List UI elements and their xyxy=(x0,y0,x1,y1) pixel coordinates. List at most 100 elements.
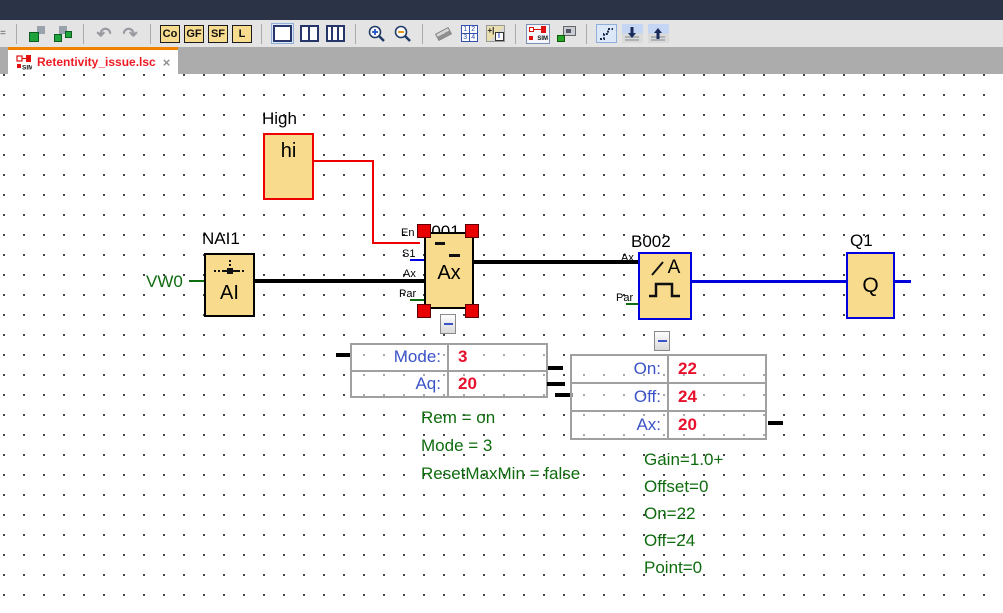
param-row: Aq: 20 xyxy=(352,370,546,397)
b002-pin-ax-label: Ax xyxy=(621,252,634,264)
wire-high-v[interactable] xyxy=(372,160,374,244)
undo-button[interactable]: ↶ xyxy=(93,23,115,45)
b001-param-box[interactable]: Mode: 3 Aq: 20 xyxy=(350,343,548,398)
zoom-out-button[interactable] xyxy=(391,23,413,45)
toolbar-separator xyxy=(422,24,423,44)
toolbar-separator xyxy=(83,24,84,44)
b002-note: On=22 xyxy=(644,504,696,524)
toolbar-separator xyxy=(261,24,262,44)
eraser-button[interactable] xyxy=(432,23,454,45)
b001-collapse-params-button[interactable] xyxy=(440,314,456,334)
param-row: Off: 24 xyxy=(572,382,765,410)
online-test-icon xyxy=(556,25,577,43)
high-block-label: High xyxy=(262,109,297,129)
app-window: = ↶ ↷ Co GF SF L xyxy=(0,0,1003,613)
b002-note: Gain=1.0+ xyxy=(644,450,723,470)
max-min-icon xyxy=(435,242,445,245)
send-to-back-button[interactable] xyxy=(52,23,74,45)
selection-handle[interactable] xyxy=(465,304,479,318)
b002-collapse-params-button[interactable] xyxy=(654,331,670,351)
wire-b001-to-b002[interactable] xyxy=(474,260,638,264)
schematic-canvas[interactable]: High hi NAI1 VW0 AI B001 En S1 Ax Par xyxy=(0,74,1003,613)
param-value: 3 xyxy=(449,345,546,370)
main-toolbar: = ↶ ↷ Co GF SF L xyxy=(0,20,1003,47)
param-label: Mode: xyxy=(352,345,449,370)
wire-high-h[interactable] xyxy=(313,160,374,162)
b002-block[interactable]: A xyxy=(638,252,692,320)
logic-button[interactable]: L xyxy=(232,25,252,43)
minus-icon xyxy=(444,323,453,325)
signal-trace-icon xyxy=(598,26,615,41)
special-functions-button[interactable]: SF xyxy=(208,25,228,43)
toolbar-separator xyxy=(150,24,151,44)
nai1-block[interactable]: AI xyxy=(204,253,255,317)
tab-retentivity-issue[interactable]: SIM Retentivity_issue.lsc × xyxy=(8,47,178,74)
download-button[interactable] xyxy=(621,23,643,45)
simulation-icon: SIM xyxy=(526,24,550,44)
toolbar-separator xyxy=(16,24,17,44)
redo-button[interactable]: ↷ xyxy=(119,23,141,45)
upload-button[interactable] xyxy=(647,23,669,45)
param-value: 22 xyxy=(669,356,765,382)
high-constant-block[interactable]: hi xyxy=(263,133,314,200)
bring-to-front-icon xyxy=(27,24,47,44)
nai1-block-text: AI xyxy=(206,282,253,305)
b001-block-text: Ax xyxy=(426,262,472,285)
send-to-back-icon xyxy=(53,24,73,44)
b001-block[interactable]: Ax xyxy=(424,232,474,309)
selection-handle[interactable] xyxy=(465,224,479,238)
constants-button[interactable]: Co xyxy=(160,25,180,43)
b002-note: Offset=0 xyxy=(644,477,708,497)
wire-nai1-to-b001[interactable] xyxy=(254,279,424,283)
single-window-button[interactable] xyxy=(271,23,294,44)
zoom-in-button[interactable] xyxy=(365,23,387,45)
param-value: 20 xyxy=(669,412,765,438)
selection-handle[interactable] xyxy=(417,304,431,318)
single-window-icon xyxy=(273,25,292,42)
wire-high-to-en[interactable] xyxy=(372,242,420,244)
param-row: On: 22 xyxy=(572,356,765,382)
q1-block[interactable]: Q xyxy=(846,252,895,319)
download-icon xyxy=(622,24,643,43)
upload-icon xyxy=(648,24,669,43)
undo-icon: ↶ xyxy=(96,25,111,43)
threshold-slash-icon xyxy=(650,259,665,278)
tab-close-icon[interactable]: × xyxy=(163,55,171,70)
high-block-text: hi xyxy=(265,140,312,163)
eraser-icon xyxy=(435,26,452,40)
param-connector-tick xyxy=(547,382,565,386)
wire-vw0-stub[interactable] xyxy=(189,280,204,282)
selection-handle[interactable] xyxy=(417,224,431,238)
analog-input-icon xyxy=(211,259,249,277)
split-two-windows-button[interactable] xyxy=(298,23,320,45)
toolbar-separator xyxy=(355,24,356,44)
split-three-windows-button[interactable] xyxy=(324,23,346,45)
simulation-button[interactable]: SIM xyxy=(525,23,551,45)
wire-b002-to-q1[interactable] xyxy=(690,280,846,283)
online-test-button[interactable] xyxy=(555,23,577,45)
b002-icon-letter: A xyxy=(668,257,681,279)
tab-title: Retentivity_issue.lsc xyxy=(37,55,156,69)
page-grid-icon: 12 34 xyxy=(461,25,478,42)
zoom-in-icon xyxy=(367,24,386,43)
zoom-out-icon xyxy=(393,24,412,43)
pulse-icon xyxy=(647,281,683,299)
page-layout-button[interactable]: 12 34 xyxy=(458,23,480,45)
q1-block-text: Q xyxy=(862,274,878,298)
param-connector-tick xyxy=(548,366,563,370)
b002-pin-par-stub xyxy=(626,303,638,305)
signal-trace-button[interactable] xyxy=(596,24,617,43)
b002-param-box[interactable]: On: 22 Off: 24 Ax: 20 xyxy=(570,354,767,440)
split-two-icon xyxy=(300,25,319,42)
b001-pin-en-label: En xyxy=(401,227,414,239)
param-label: On: xyxy=(572,356,669,382)
param-label: Aq: xyxy=(352,372,449,397)
basic-functions-button[interactable]: GF xyxy=(184,25,204,43)
minus-icon xyxy=(658,340,667,342)
param-value: 24 xyxy=(669,384,765,410)
bring-to-front-button[interactable] xyxy=(26,23,48,45)
nai1-block-label: NAI1 xyxy=(202,229,240,249)
split-three-icon xyxy=(326,25,345,42)
convert-button[interactable]: +| I xyxy=(484,23,506,45)
wire-q1-stub[interactable] xyxy=(893,280,911,283)
